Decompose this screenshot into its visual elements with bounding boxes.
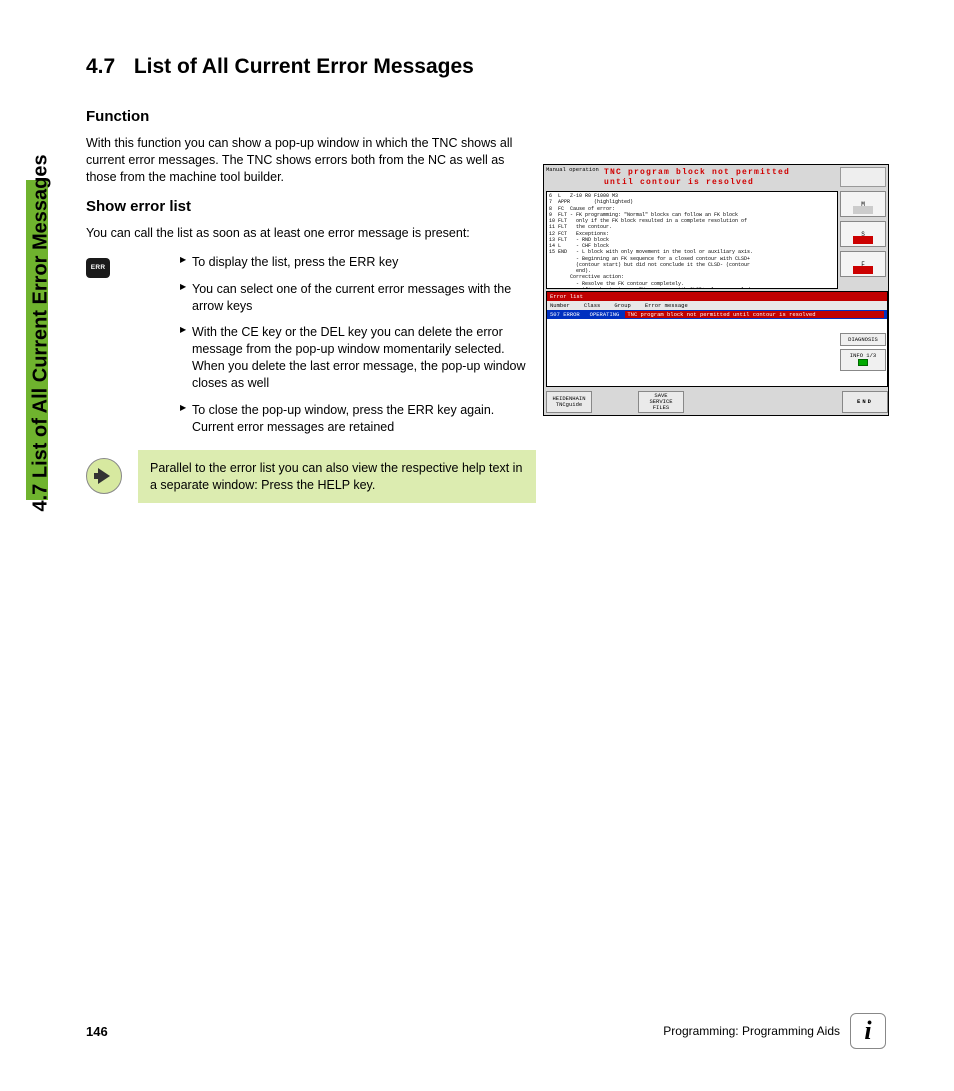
fig-side-buttons: M S F — [840, 191, 886, 281]
function-paragraph: With this function you can show a pop-up… — [86, 135, 536, 186]
col-message: Error message — [645, 302, 688, 309]
info-icon-glyph: i — [864, 1016, 871, 1046]
fig-sk-spacer — [684, 391, 842, 413]
list-item: To close the pop-up window, press the ER… — [180, 402, 536, 436]
fig-banner-rightbox — [840, 167, 886, 187]
col-group: Group — [614, 302, 631, 309]
fig-softkey-row: HEIDENHAINTNCguide SAVE SERVICE FILES EN… — [546, 391, 888, 413]
tnc-screenshot: Manual operation TNC program block not p… — [543, 164, 889, 416]
col-number: Number — [550, 302, 570, 309]
fig-sk-spacer — [592, 391, 638, 413]
list-item: To display the list, press the ERR key — [180, 254, 536, 271]
subheading-function: Function — [86, 108, 536, 125]
cell-group: OPERATING — [590, 311, 620, 318]
fig-topbar: Manual operation TNC program block not p… — [544, 165, 888, 189]
fig-error-banner: TNC program block not permitted until co… — [602, 167, 838, 189]
cell-number: 507 — [550, 311, 560, 318]
section-number: 4.7 — [86, 54, 128, 80]
note-box: Parallel to the error list you can also … — [86, 450, 536, 502]
fig-sk-end: END — [842, 391, 888, 413]
list-item: With the CE key or the DEL key you can d… — [180, 324, 536, 392]
fig-sk-save-service: SAVE SERVICE FILES — [638, 391, 684, 413]
fig-override-f: F — [840, 251, 886, 277]
show-error-intro: You can call the list as soon as at leas… — [86, 225, 536, 242]
info-icon: i — [850, 1013, 886, 1049]
cell-message: TNC program block not permitted until co… — [625, 311, 884, 318]
footer-right: Programming: Programming Aids i — [663, 1013, 886, 1049]
side-tab-text: 4.7 List of All Current Error Messages — [30, 62, 53, 512]
fig-info-btn-label: INFO 1/3 — [850, 352, 876, 359]
note-arrow-icon — [86, 458, 122, 494]
fig-mode-label: Manual operation — [546, 167, 600, 173]
err-key-icon: ERR — [86, 258, 110, 278]
fig-program-listing: 6 L Z-10 R0 F1000 M3 7 APPR (highlighted… — [546, 191, 838, 289]
fig-override-m: M — [840, 191, 886, 217]
instruction-block: ERR To display the list, press the ERR k… — [86, 254, 536, 436]
fig-errlist-row: 507 ERROR OPERATING TNC program block no… — [547, 310, 887, 319]
fig-error-list: Error list Number Class Group Error mess… — [546, 291, 888, 387]
page-footer: 146 Programming: Programming Aids i — [86, 1013, 886, 1049]
list-item: You can select one of the current error … — [180, 281, 536, 315]
section-heading: 4.7 List of All Current Error Messages — [86, 54, 536, 80]
note-text: Parallel to the error list you can also … — [138, 450, 536, 504]
subheading-show-error-list: Show error list — [86, 198, 536, 215]
main-content: 4.7 List of All Current Error Messages F… — [86, 54, 536, 502]
fig-diagnosis-btn: DIAGNOSIS — [840, 333, 886, 346]
page-number: 146 — [86, 1024, 108, 1039]
fig-sk-tncguide: HEIDENHAINTNCguide — [546, 391, 592, 413]
fig-errlist-title: Error list — [547, 292, 887, 301]
sk-label: HEIDENHAINTNCguide — [552, 396, 585, 408]
section-title: List of All Current Error Messages — [134, 54, 514, 80]
fig-override-s: S — [840, 221, 886, 247]
col-class: Class — [584, 302, 601, 309]
side-tab: 4.7 List of All Current Error Messages — [26, 50, 56, 500]
fig-diag-panel: DIAGNOSIS INFO 1/3 — [840, 333, 886, 374]
fig-info-btn: INFO 1/3 — [840, 349, 886, 371]
green-indicator-icon — [858, 359, 868, 366]
instruction-list: To display the list, press the ERR key Y… — [180, 254, 536, 436]
fig-errlist-header: Number Class Group Error message — [547, 301, 887, 310]
cell-class: ERROR — [563, 311, 580, 318]
chapter-label: Programming: Programming Aids — [663, 1024, 840, 1038]
